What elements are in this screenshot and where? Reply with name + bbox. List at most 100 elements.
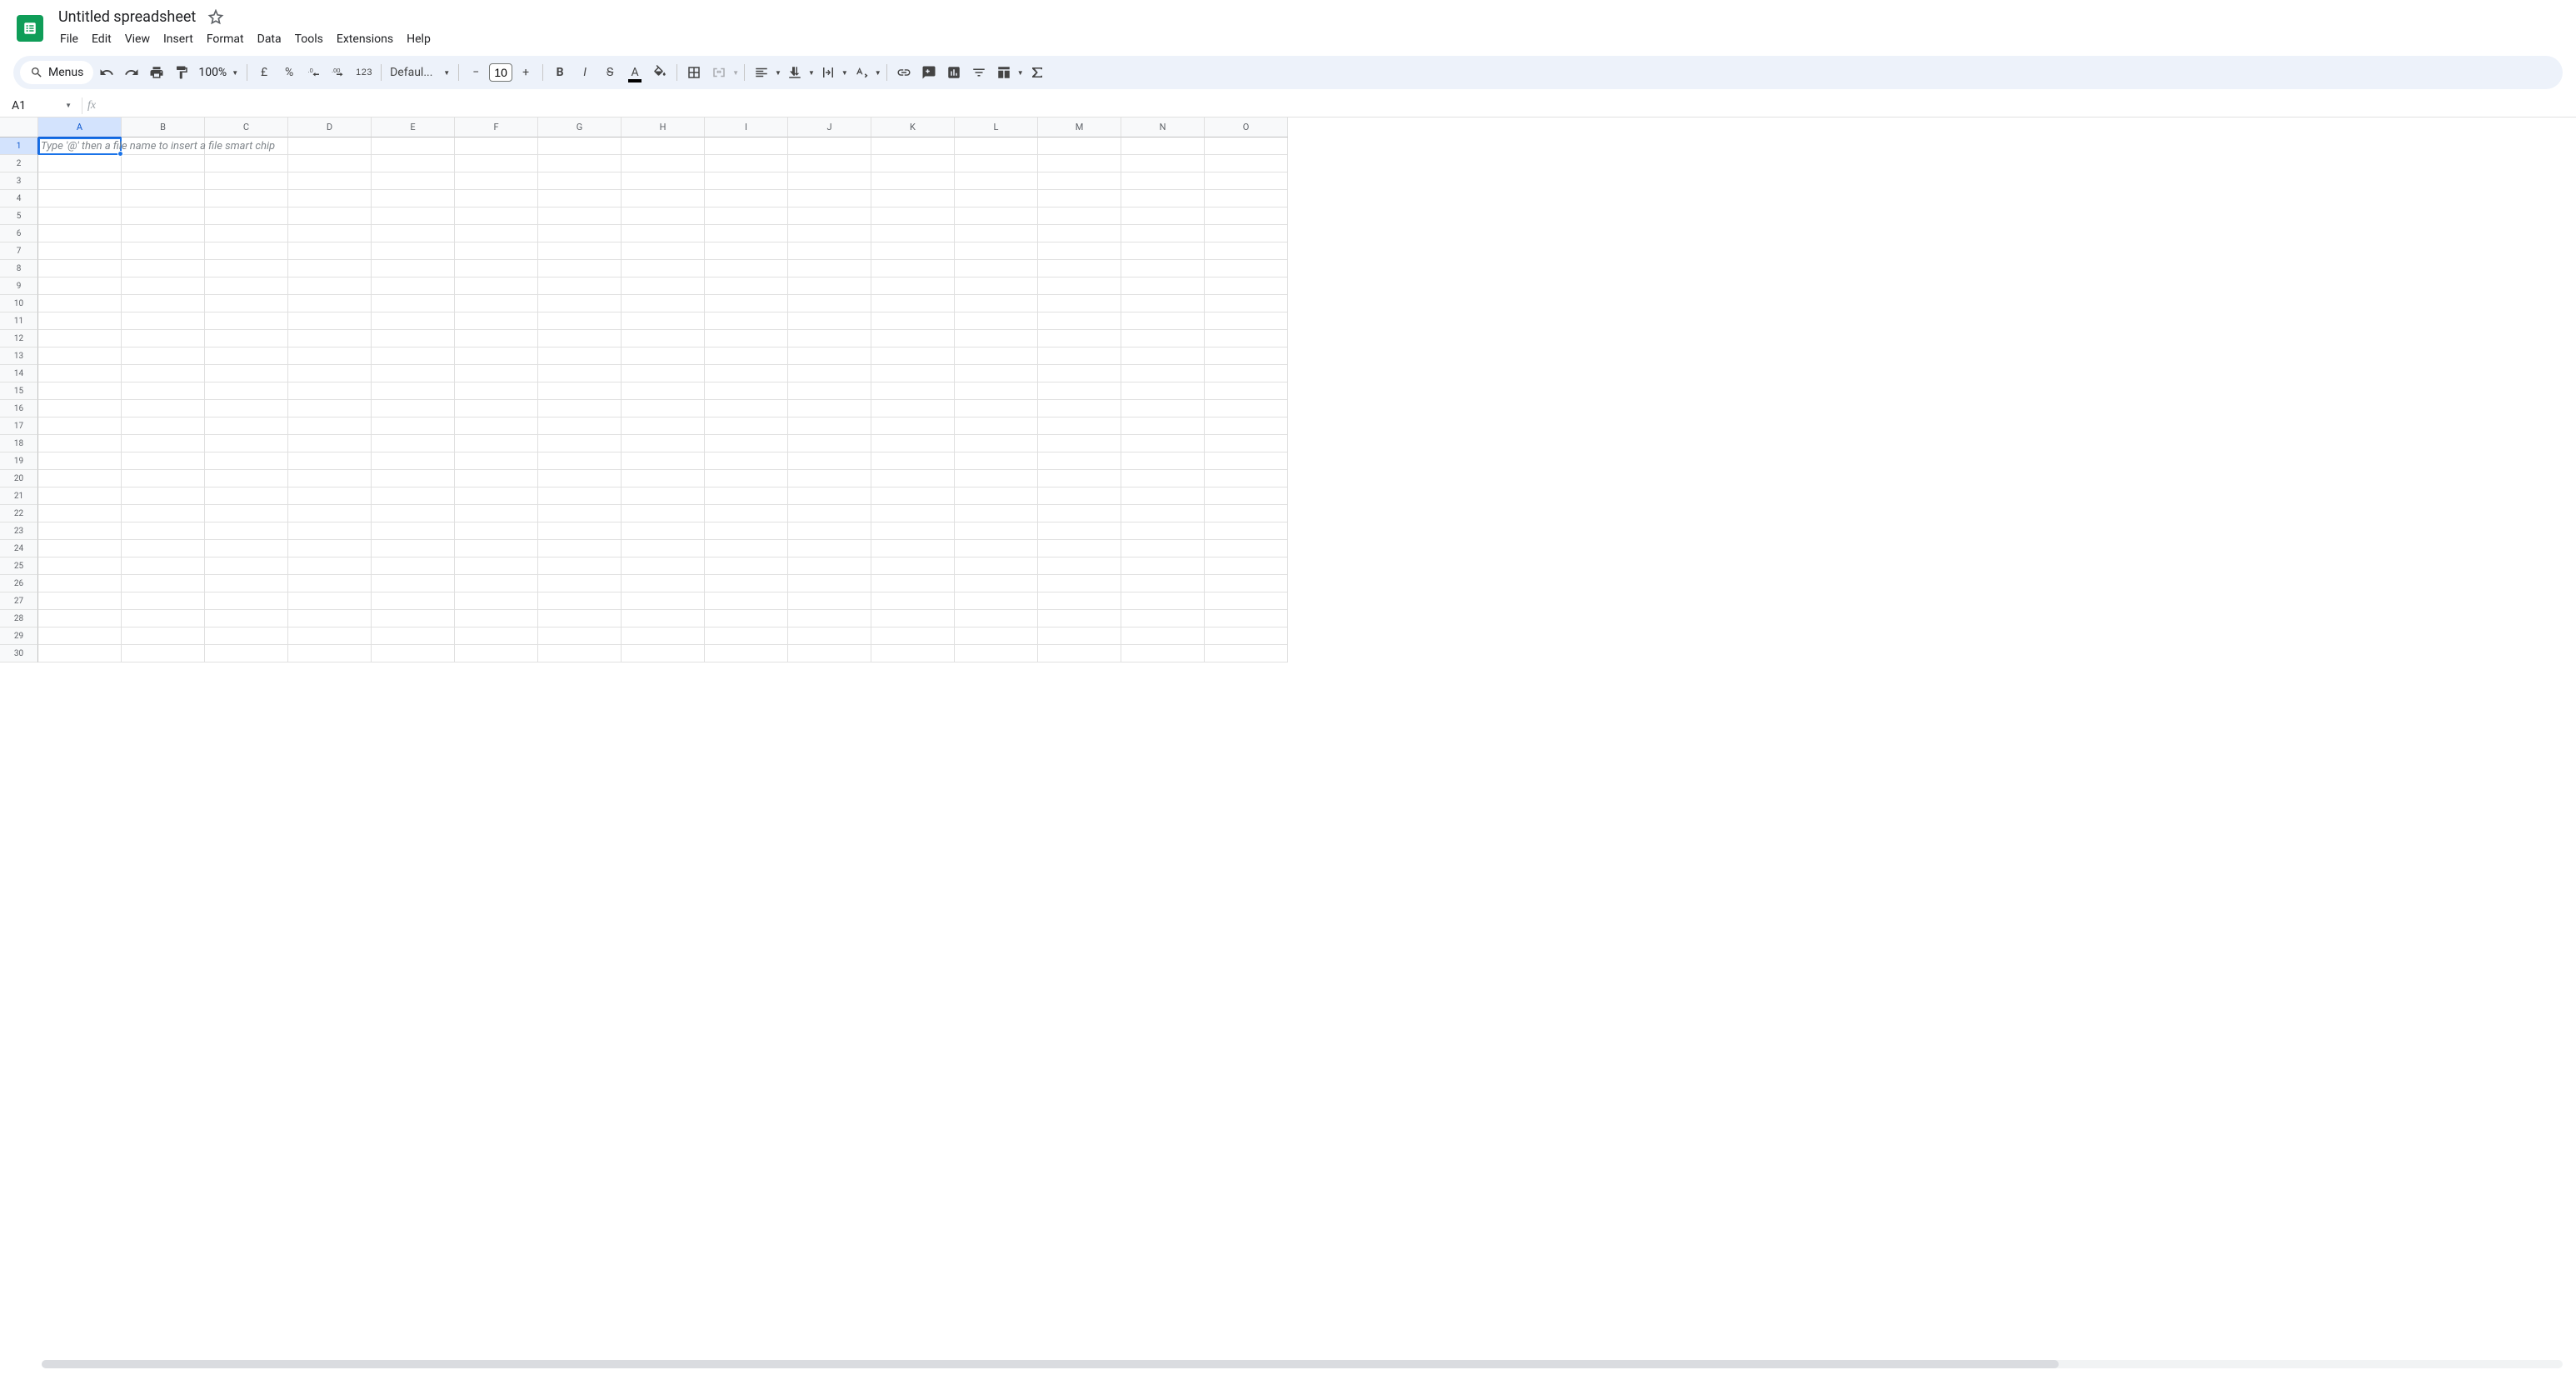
cell[interactable]: [1038, 382, 1121, 400]
cell[interactable]: [122, 260, 205, 278]
cell[interactable]: [1121, 645, 1205, 662]
cell[interactable]: [205, 558, 288, 575]
cell[interactable]: [538, 505, 622, 522]
cell[interactable]: [871, 260, 955, 278]
search-menus-button[interactable]: Menus: [20, 61, 93, 84]
cell[interactable]: [38, 470, 122, 488]
cell[interactable]: [1121, 592, 1205, 610]
cell[interactable]: [955, 348, 1038, 365]
cell[interactable]: [1038, 190, 1121, 208]
row-header[interactable]: 27: [0, 592, 38, 610]
cell[interactable]: [788, 330, 871, 348]
cell[interactable]: [622, 488, 705, 505]
row-header[interactable]: 13: [0, 348, 38, 365]
cell[interactable]: [455, 435, 538, 452]
cell[interactable]: [372, 312, 455, 330]
cell[interactable]: [1038, 470, 1121, 488]
cell[interactable]: [622, 610, 705, 628]
row-header[interactable]: 10: [0, 295, 38, 312]
cell[interactable]: [955, 628, 1038, 645]
cell[interactable]: [1205, 382, 1288, 400]
cell[interactable]: [871, 400, 955, 418]
cell[interactable]: [1121, 155, 1205, 172]
cell[interactable]: [705, 382, 788, 400]
cell[interactable]: [205, 138, 288, 155]
cell[interactable]: [372, 172, 455, 190]
cell[interactable]: [1121, 400, 1205, 418]
cell[interactable]: [1121, 312, 1205, 330]
cell[interactable]: [38, 295, 122, 312]
cell[interactable]: [455, 348, 538, 365]
cell[interactable]: [1038, 540, 1121, 558]
cell[interactable]: [622, 365, 705, 382]
cell[interactable]: [455, 172, 538, 190]
cell[interactable]: [372, 558, 455, 575]
row-header[interactable]: 15: [0, 382, 38, 400]
cell[interactable]: [205, 470, 288, 488]
cell[interactable]: [955, 610, 1038, 628]
cell[interactable]: [372, 645, 455, 662]
row-header[interactable]: 7: [0, 242, 38, 260]
cell[interactable]: [455, 418, 538, 435]
doc-title[interactable]: Untitled spreadsheet: [53, 7, 201, 28]
functions-button[interactable]: [1026, 61, 1049, 84]
cell[interactable]: [955, 558, 1038, 575]
cell[interactable]: [455, 225, 538, 242]
cell[interactable]: [205, 172, 288, 190]
cell[interactable]: [205, 575, 288, 592]
cell[interactable]: [288, 645, 372, 662]
cell[interactable]: [1121, 365, 1205, 382]
cell[interactable]: [788, 312, 871, 330]
cell[interactable]: [122, 645, 205, 662]
cell[interactable]: [788, 295, 871, 312]
cell[interactable]: [122, 295, 205, 312]
cell[interactable]: [1038, 645, 1121, 662]
more-formats-button[interactable]: 123: [352, 61, 376, 84]
cell[interactable]: [955, 190, 1038, 208]
cell[interactable]: [205, 400, 288, 418]
cell[interactable]: [38, 400, 122, 418]
menu-extensions[interactable]: Extensions: [330, 29, 400, 49]
increase-decimal-button[interactable]: .00: [327, 61, 351, 84]
cell[interactable]: [205, 435, 288, 452]
cell[interactable]: [455, 365, 538, 382]
cell[interactable]: [288, 312, 372, 330]
cell[interactable]: [871, 172, 955, 190]
cell[interactable]: [538, 575, 622, 592]
cell[interactable]: [538, 435, 622, 452]
cell[interactable]: [38, 452, 122, 470]
redo-button[interactable]: [120, 61, 143, 84]
cell[interactable]: [955, 208, 1038, 225]
cell[interactable]: [288, 208, 372, 225]
row-header[interactable]: 12: [0, 330, 38, 348]
cell[interactable]: [1121, 242, 1205, 260]
cell[interactable]: [705, 295, 788, 312]
cell[interactable]: [38, 610, 122, 628]
cell[interactable]: [1121, 522, 1205, 540]
cell[interactable]: [38, 278, 122, 295]
cell[interactable]: [705, 312, 788, 330]
cell[interactable]: [455, 312, 538, 330]
fill-color-button[interactable]: [648, 61, 671, 84]
cell[interactable]: [372, 540, 455, 558]
cell[interactable]: [1038, 312, 1121, 330]
cell[interactable]: [372, 260, 455, 278]
print-button[interactable]: [145, 61, 168, 84]
cell[interactable]: [622, 138, 705, 155]
cell[interactable]: [871, 225, 955, 242]
cell[interactable]: [372, 138, 455, 155]
cell[interactable]: [38, 138, 122, 155]
row-header[interactable]: 4: [0, 190, 38, 208]
row-header[interactable]: 17: [0, 418, 38, 435]
cell[interactable]: [1121, 418, 1205, 435]
cell[interactable]: [705, 418, 788, 435]
row-header[interactable]: 28: [0, 610, 38, 628]
cell[interactable]: [1205, 172, 1288, 190]
cell[interactable]: [622, 540, 705, 558]
cell[interactable]: [122, 418, 205, 435]
cell[interactable]: [205, 540, 288, 558]
cell[interactable]: [622, 418, 705, 435]
cell[interactable]: [871, 452, 955, 470]
cell[interactable]: [871, 278, 955, 295]
cell[interactable]: [788, 488, 871, 505]
